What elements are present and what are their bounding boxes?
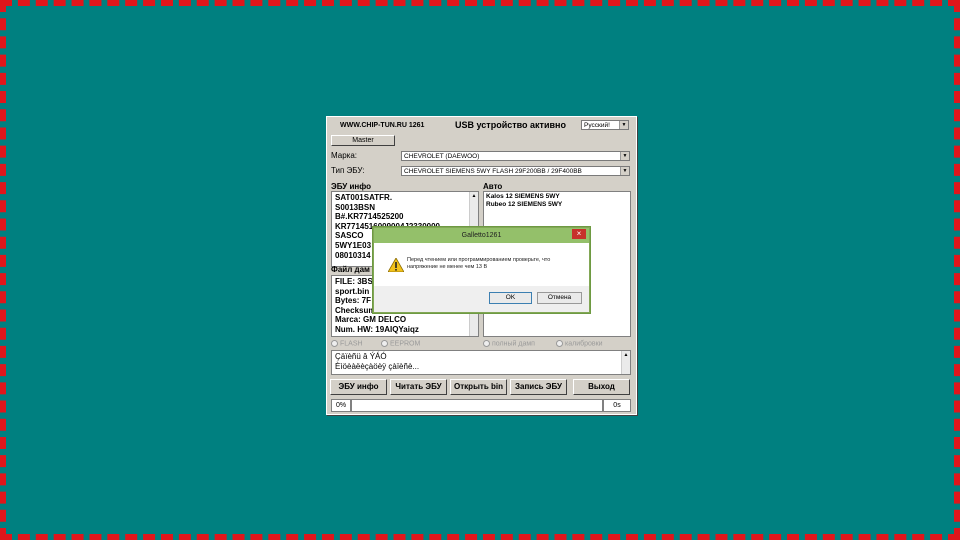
write-ecu-button[interactable]: Запись ЭБУ [510, 379, 567, 395]
radio-eeprom[interactable]: EEPROM [381, 340, 420, 347]
radio-calib-label: калибровки [565, 340, 603, 348]
ok-button[interactable]: OK [489, 292, 532, 304]
close-icon[interactable]: × [572, 229, 586, 239]
chevron-down-icon[interactable]: ▼ [620, 152, 629, 160]
radio-full-dump[interactable]: полный дамп [483, 340, 535, 347]
language-select[interactable]: Русский! ▼ [581, 120, 629, 130]
radio-eeprom-label: EEPROM [390, 340, 421, 348]
radio-icon[interactable] [381, 340, 388, 347]
chevron-down-icon[interactable]: ▼ [620, 167, 629, 175]
cancel-button[interactable]: Отмена [537, 292, 582, 304]
radio-flash-label: FLASH [340, 340, 363, 348]
make-value: CHEVROLET (DAEWOO) [404, 153, 480, 160]
chevron-down-icon[interactable]: ▼ [619, 121, 628, 129]
ecu-info-label: ЭБУ инфо [331, 182, 371, 191]
ecu-info-line: SAT001SATFR. [335, 193, 393, 202]
open-bin-button[interactable]: Открыть bin [450, 379, 507, 395]
elapsed-time: 0s [603, 399, 631, 412]
make-select[interactable]: CHEVROLET (DAEWOO) ▼ [401, 151, 630, 161]
file-info-line: Marca: GM DELCO [335, 315, 407, 325]
site-label: WWW.CHIP-TUN.RU 1261 [340, 122, 425, 129]
file-info-line: Num. HW: 19AIQYaiqz [335, 324, 419, 334]
warning-icon [388, 258, 404, 272]
language-value: Русский! [584, 122, 610, 129]
usb-status: USB устройство активно [455, 120, 566, 130]
file-dump-label: Файл дам [331, 265, 370, 274]
ecu-type-select[interactable]: CHEVROLET SIEMENS 5WY FLASH 29F200BB / 2… [401, 166, 630, 176]
ecu-info-line: S0013BSN [335, 202, 376, 212]
master-button[interactable]: Master [331, 135, 395, 146]
dialog-title: Galletto1261 [374, 228, 589, 243]
log-scrollbar[interactable]: ▲ [621, 351, 630, 374]
log-line: Èìöèàëèçàöèÿ çàïèñè... [335, 361, 420, 371]
ecu-info-line: B#.KR7714525200 [335, 212, 404, 222]
exit-button[interactable]: Выход [573, 379, 630, 395]
warning-dialog: Galletto1261 × Перед чтением или програм… [373, 227, 590, 313]
radio-calibration[interactable]: калибровки [556, 340, 603, 347]
ecu-info-button[interactable]: ЭБУ инфо [330, 379, 387, 395]
radio-flash[interactable]: FLASH [331, 340, 363, 347]
make-label: Марка: [331, 151, 357, 160]
radio-icon[interactable] [331, 340, 338, 347]
list-item[interactable]: Rubeo 12 SIEMENS 5WY [486, 201, 628, 209]
radio-full-label: полный дамп [492, 340, 535, 348]
read-ecu-button[interactable]: Читать ЭБУ [390, 379, 447, 395]
auto-label: Авто [483, 182, 503, 191]
radio-icon[interactable] [556, 340, 563, 347]
progress-percent: 0% [331, 399, 351, 412]
log-panel[interactable]: Çäïèñü â ÝÁÓ Èìöèàëèçàöèÿ çàïèñè... ▲ [331, 350, 631, 375]
dialog-message: Перед чтением или программированием пров… [407, 257, 551, 270]
radio-icon[interactable] [483, 340, 490, 347]
log-line: Çäïèñü â ÝÁÓ [335, 352, 387, 361]
ecu-type-value: CHEVROLET SIEMENS 5WY FLASH 29F200BB / 2… [404, 168, 582, 175]
list-item[interactable]: Kalos 12 SIEMENS 5WY [486, 193, 628, 201]
ecu-type-label: Тип ЭБУ: [331, 166, 365, 175]
progress-bar [351, 399, 603, 412]
